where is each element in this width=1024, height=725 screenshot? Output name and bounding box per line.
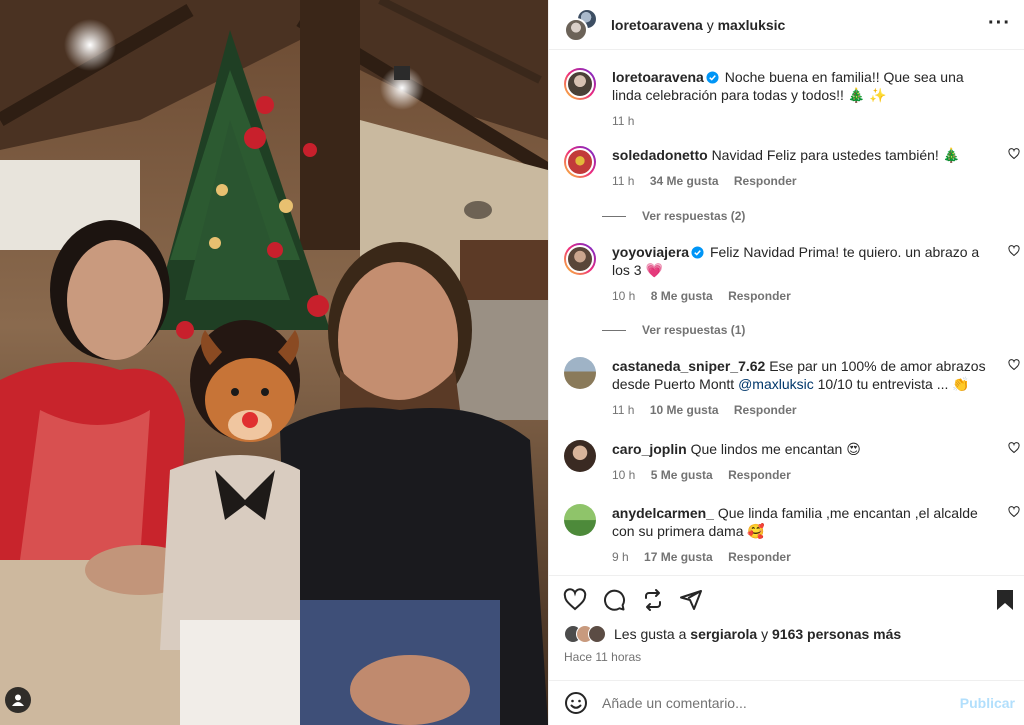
like-comment-heart-icon[interactable] (1008, 245, 1020, 257)
like-comment-heart-icon[interactable] (1008, 359, 1020, 371)
caption-username[interactable]: loretoaravena (612, 69, 704, 85)
comment-button[interactable] (600, 586, 628, 614)
comment-item: castaneda_sniper_7.62 Ese par un 100% de… (564, 357, 1020, 417)
post-timestamp[interactable]: Hace 11 horas (564, 650, 641, 664)
emoji-icon[interactable] (564, 691, 588, 715)
comment-input[interactable] (602, 695, 942, 711)
reply-button[interactable]: Responder (728, 289, 791, 303)
reply-button[interactable]: Responder (728, 550, 791, 564)
comment-likes[interactable]: 34 Me gusta (650, 174, 719, 188)
comment-time: 11 h (612, 174, 635, 188)
comments-list[interactable]: loretoaravena Noche buena en familia!! Q… (549, 51, 1024, 575)
likes-summary[interactable]: Les gusta a sergiarola y 9163 personas m… (564, 625, 901, 643)
family-christmas-photo (0, 0, 548, 725)
comment-text: Que lindos me encantan 😍 (690, 441, 861, 457)
reply-button[interactable]: Responder (734, 403, 797, 417)
comment-composer: Publicar (549, 680, 1024, 725)
tagged-users-button[interactable] (5, 687, 31, 713)
comment-username[interactable]: anydelcarmen_ (612, 505, 714, 521)
comment-likes[interactable]: 10 Me gusta (650, 403, 719, 417)
comment-text-tail: 10/10 tu entrevista ... 👏 (813, 376, 970, 392)
view-replies-label: Ver respuestas (2) (642, 209, 746, 223)
view-replies-button[interactable]: Ver respuestas (1) (602, 323, 745, 337)
share-button[interactable] (677, 586, 705, 614)
comment-likes[interactable]: 8 Me gusta (651, 289, 713, 303)
avatar[interactable] (564, 504, 596, 536)
view-replies-label: Ver respuestas (1) (642, 323, 746, 337)
like-button[interactable] (561, 586, 589, 614)
caption: loretoaravena Noche buena en familia!! Q… (564, 68, 1014, 128)
like-comment-heart-icon[interactable] (1008, 148, 1020, 160)
send-paper-plane-icon (680, 590, 702, 610)
likes-prefix: Les gusta a (614, 626, 687, 642)
avatar[interactable] (564, 68, 596, 100)
comment-likes[interactable]: 5 Me gusta (651, 468, 713, 482)
likes-joiner: y (761, 626, 769, 642)
like-comment-heart-icon[interactable] (1008, 442, 1020, 454)
comment-text: Navidad Feliz para ustedes también! 🎄 (711, 147, 961, 163)
post-authors: loretoaravena y maxluksic (611, 17, 785, 33)
post-details-panel: loretoaravena y maxluksic ··· loretoarav… (548, 0, 1024, 725)
comment-time: 9 h (612, 550, 629, 564)
comment-time: 11 h (612, 403, 635, 417)
like-comment-heart-icon[interactable] (1008, 506, 1020, 518)
verified-badge-icon (691, 246, 704, 259)
comment-username[interactable]: yoyoviajera (612, 244, 689, 260)
person-icon (12, 694, 24, 706)
avatar[interactable] (564, 357, 596, 389)
reply-button[interactable]: Responder (734, 174, 797, 188)
comment-bubble-icon (604, 589, 626, 611)
post-header: loretoaravena y maxluksic ··· (549, 0, 1024, 50)
collaborator-username[interactable]: maxluksic (718, 17, 786, 33)
comment-likes[interactable]: 17 Me gusta (644, 550, 713, 564)
authors-joiner: y (706, 16, 714, 33)
comment-username[interactable]: soledadonetto (612, 147, 708, 163)
avatar[interactable] (564, 146, 596, 178)
comment-item: anydelcarmen_ Que linda familia ,me enca… (564, 504, 1020, 564)
owner-username[interactable]: loretoaravena (611, 17, 703, 33)
comment-time: 10 h (612, 468, 636, 482)
comment-username[interactable]: castaneda_sniper_7.62 (612, 358, 765, 374)
heart-icon (563, 588, 587, 611)
mention-link[interactable]: @maxluksic (738, 376, 814, 392)
verified-badge-icon (706, 71, 719, 84)
reply-button[interactable]: Responder (728, 468, 791, 482)
avatar (564, 17, 588, 42)
comment-item: yoyoviajera Feliz Navidad Prima! te quie… (564, 243, 1020, 303)
avatar[interactable] (564, 440, 596, 472)
avatar (588, 625, 606, 643)
collab-avatars[interactable] (564, 7, 598, 42)
save-button[interactable] (991, 586, 1019, 614)
publish-button[interactable]: Publicar (960, 695, 1015, 711)
comment-username[interactable]: caro_joplin (612, 441, 687, 457)
comment-time: 10 h (612, 289, 636, 303)
avatar[interactable] (564, 243, 596, 275)
likes-others-count[interactable]: 9163 personas más (772, 626, 901, 642)
post-photo[interactable] (0, 0, 548, 725)
bookmark-filled-icon (997, 590, 1013, 610)
comment-item: caro_joplin Que lindos me encantan 😍 10 … (564, 440, 1020, 482)
repost-button[interactable] (639, 586, 667, 614)
liker-username[interactable]: sergiarola (690, 626, 757, 642)
caption-time: 11 h (612, 114, 635, 128)
view-replies-button[interactable]: Ver respuestas (2) (602, 209, 745, 223)
comment-item: soledadonetto Navidad Feliz para ustedes… (564, 146, 1020, 188)
repost-icon (645, 589, 661, 611)
more-options-icon[interactable]: ··· (988, 13, 1011, 33)
